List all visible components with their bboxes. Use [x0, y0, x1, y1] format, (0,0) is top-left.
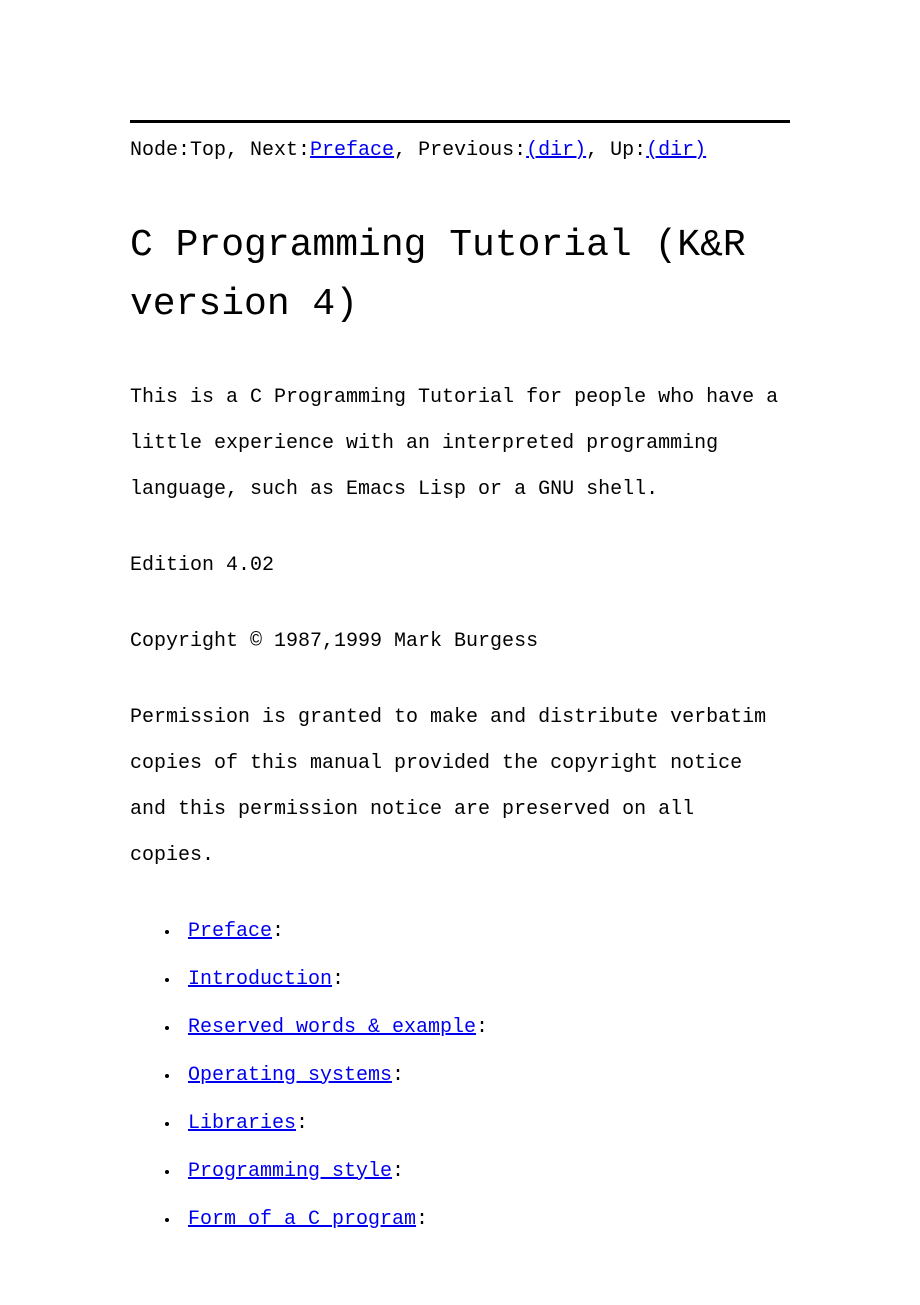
intro-paragraph: This is a C Programming Tutorial for peo… [130, 375, 790, 513]
previous-link[interactable]: (dir) [526, 139, 586, 162]
toc-link-reserved-words[interactable]: Reserved words & example [188, 1016, 476, 1039]
colon: : [476, 1016, 488, 1039]
up-label: , Up: [586, 139, 646, 162]
next-link[interactable]: Preface [310, 139, 394, 162]
edition-line: Edition 4.02 [130, 543, 790, 589]
list-item: Reserved words & example: [180, 1005, 790, 1051]
colon: : [392, 1064, 404, 1087]
node-value: Top [190, 139, 226, 162]
list-item: Introduction: [180, 957, 790, 1003]
toc-link-form-of-c-program[interactable]: Form of a C program [188, 1208, 416, 1231]
node-label: Node: [130, 139, 190, 162]
colon: : [332, 968, 344, 991]
copyright-line: Copyright © 1987,1999 Mark Burgess [130, 619, 790, 665]
previous-label: , Previous: [394, 139, 526, 162]
up-link[interactable]: (dir) [646, 139, 706, 162]
toc-link-libraries[interactable]: Libraries [188, 1112, 296, 1135]
list-item: Libraries: [180, 1101, 790, 1147]
colon: : [392, 1160, 404, 1183]
toc-link-operating-systems[interactable]: Operating systems [188, 1064, 392, 1087]
list-item: Form of a C program: [180, 1197, 790, 1243]
horizontal-rule [130, 120, 790, 123]
toc-link-preface[interactable]: Preface [188, 920, 272, 943]
next-label: , Next: [226, 139, 310, 162]
colon: : [416, 1208, 428, 1231]
nav-line: Node:Top, Next:Preface, Previous:(dir), … [130, 135, 790, 167]
toc-link-programming-style[interactable]: Programming style [188, 1160, 392, 1183]
colon: : [272, 920, 284, 943]
list-item: Preface: [180, 909, 790, 955]
page-title: C Programming Tutorial (K&R version 4) [130, 217, 790, 335]
list-item: Programming style: [180, 1149, 790, 1195]
permission-paragraph: Permission is granted to make and distri… [130, 695, 790, 879]
colon: : [296, 1112, 308, 1135]
toc-list: Preface: Introduction: Reserved words & … [130, 909, 790, 1243]
toc-link-introduction[interactable]: Introduction [188, 968, 332, 991]
list-item: Operating systems: [180, 1053, 790, 1099]
